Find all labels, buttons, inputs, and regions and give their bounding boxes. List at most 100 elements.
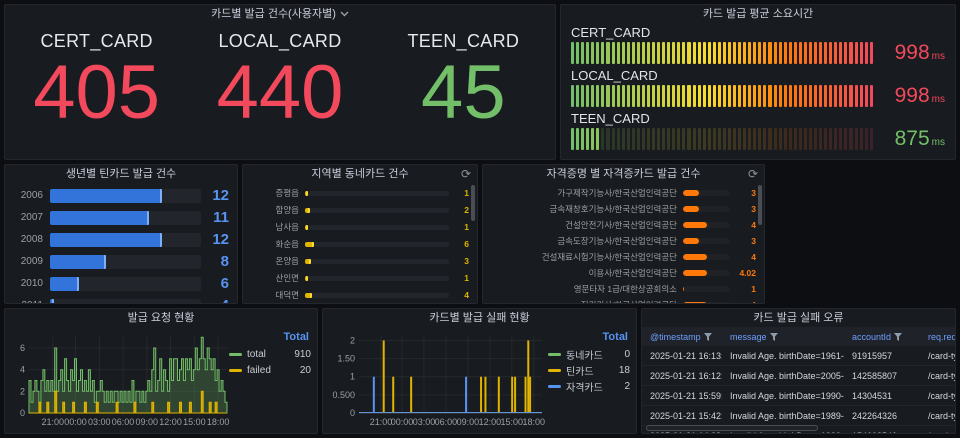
table-row[interactable]: 2025-01-21 16:13:28Invalid Age. birthDat… — [642, 346, 955, 366]
panel-title-failures[interactable]: 카드별 발급 실패 현황 — [323, 309, 636, 327]
lcd-cell — [844, 128, 847, 150]
svg-text:00:00: 00:00 — [64, 417, 87, 427]
panel-title-credential[interactable]: 자격증명 별 자격증카드 발급 건수 — [483, 165, 764, 183]
lcd-cell — [632, 42, 635, 64]
bar-value: 1 — [449, 188, 469, 198]
bar-track — [305, 276, 449, 281]
bar-row: 영문타자 1급/대한상공회의소1 — [491, 283, 756, 295]
svg-text:4: 4 — [20, 365, 25, 375]
error-table: @timestampmessageaccountIdreq.reques2025… — [642, 327, 955, 434]
lcd-cell — [601, 85, 604, 107]
refresh-icon[interactable]: ⟳ — [748, 168, 758, 180]
lcd-gauge — [571, 85, 873, 107]
lcd-cell — [581, 85, 584, 107]
scrollbar-vertical[interactable] — [758, 185, 762, 225]
table-row[interactable]: 2025-01-21 15:59:37Invalid Age. birthDat… — [642, 386, 955, 406]
column-header-reqreques[interactable]: req.reques — [920, 332, 956, 342]
lcd-cell — [693, 85, 696, 107]
lcd-cell — [844, 85, 847, 107]
lcd-cell — [581, 128, 584, 150]
panel-title-card-issue-counts[interactable]: 카드별 발급 건수(사용자별) — [5, 5, 555, 23]
lcd-cell — [708, 85, 711, 107]
filter-icon[interactable] — [770, 333, 778, 341]
panel-title-requests[interactable]: 발급 요청 현황 — [5, 309, 317, 327]
column-header-accountId[interactable]: accountId — [844, 332, 920, 342]
lcd-cell — [667, 85, 670, 107]
bar-value: 3 — [730, 204, 756, 214]
filter-icon[interactable] — [704, 333, 712, 341]
panel-title-birthyear[interactable]: 생년별 틴카드 발급 건수 — [5, 165, 237, 183]
legend-item[interactable]: 틴카드18 — [548, 362, 630, 378]
lcd-cell — [763, 42, 766, 64]
lcd-cell — [723, 128, 726, 150]
lcd-cell — [784, 85, 787, 107]
bar-value: 4 — [730, 252, 756, 262]
table-cell: 2025-01-21 16:12:24 — [642, 371, 722, 381]
filter-icon[interactable] — [894, 333, 902, 341]
column-header-timestamp[interactable]: @timestamp — [642, 332, 722, 342]
lcd-cell — [860, 85, 863, 107]
lcd-cell — [682, 42, 685, 64]
lcd-cell — [713, 42, 716, 64]
legend-swatch — [548, 369, 561, 372]
panel-issue-requests: 발급 요청 현황 21:0000:0003:0006:0009:0012:001… — [4, 308, 318, 434]
table-row[interactable]: 2025-01-21 16:12:24Invalid Age. birthDat… — [642, 366, 955, 386]
bar-track — [305, 208, 449, 213]
lcd-cell — [834, 85, 837, 107]
lcd-cell — [576, 42, 579, 64]
legend-item[interactable]: failed20 — [229, 362, 311, 378]
lcd-cell — [622, 85, 625, 107]
panel-cert-card-by-credential: 자격증명 별 자격증카드 발급 건수 ⟳ 가구제작기능사/한국산업인력공단3금속… — [482, 164, 765, 304]
panel-local-card-by-region: 지역별 동네카드 건수 ⟳ 증평읍1함양읍2남사읍1화순읍6온양읍3산인면1대덕… — [242, 164, 478, 304]
lcd-cell — [794, 128, 797, 150]
table-cell: 154608540 — [844, 431, 920, 435]
legend-series-name: total — [247, 349, 289, 360]
lcd-cell — [824, 128, 827, 150]
column-header-message[interactable]: message — [722, 332, 844, 342]
lcd-cell — [753, 128, 756, 150]
scrollbar-horizontal[interactable] — [646, 425, 818, 431]
bar-value: 12 — [201, 187, 229, 204]
legend-item[interactable]: total910 — [229, 346, 311, 362]
bar-row: 가구제작기능사/한국산업인력공단3 — [491, 187, 756, 199]
table-header-row: @timestampmessageaccountIdreq.reques — [642, 327, 955, 346]
lcd-cell — [632, 85, 635, 107]
panel-title-errors[interactable]: 카드 발급 실패 오류 — [642, 309, 955, 327]
panel-title-region[interactable]: 지역별 동네카드 건수 — [243, 165, 477, 183]
lcd-cell — [728, 128, 731, 150]
lcd-cell — [794, 42, 797, 64]
panel-title-avg-duration[interactable]: 카드 발급 평균 소요시간 — [561, 5, 955, 23]
lcd-cell — [698, 128, 701, 150]
lcd-cell — [632, 128, 635, 150]
bar-track — [305, 225, 449, 230]
bar-label: 금속도장기능사/한국산업인력공단 — [491, 235, 683, 247]
credential-bar-list: 가구제작기능사/한국산업인력공단3금속재창호기능사/한국산업인력공단3건설안전기… — [483, 183, 764, 304]
svg-text:0: 0 — [20, 408, 25, 418]
table-row[interactable]: 2025-01-21 15:42:31Invalid Age. birthDat… — [642, 406, 955, 426]
lcd-cell — [849, 42, 852, 64]
bar-label: 온양읍 — [251, 255, 305, 267]
svg-text:03:00: 03:00 — [88, 417, 111, 427]
lcd-cell — [622, 128, 625, 150]
refresh-icon[interactable]: ⟳ — [461, 168, 471, 180]
table-cell: Invalid Age. birthDate=1961-12-... — [722, 351, 844, 361]
lcd-cell — [642, 85, 645, 107]
legend-item[interactable]: 동네카드0 — [548, 346, 630, 362]
lcd-cell — [662, 85, 665, 107]
lcd-cell — [723, 42, 726, 64]
lcd-cell — [728, 85, 731, 107]
lcd-cell — [687, 85, 690, 107]
bar-fill — [305, 259, 311, 264]
lcd-cell — [849, 85, 852, 107]
legend-item[interactable]: 자격카드2 — [548, 378, 630, 394]
lcd-cell — [652, 85, 655, 107]
lcd-cell — [581, 42, 584, 64]
scrollbar-vertical[interactable] — [471, 185, 475, 221]
lcd-cell — [809, 128, 812, 150]
panel-title-text: 발급 요청 현황 — [128, 309, 195, 327]
bar-track — [683, 270, 730, 276]
lcd-cell — [596, 42, 599, 64]
lcd-cell — [758, 85, 761, 107]
panel-title-text: 생년별 틴카드 발급 건수 — [66, 165, 176, 183]
legend-series-total: 2 — [624, 381, 630, 392]
